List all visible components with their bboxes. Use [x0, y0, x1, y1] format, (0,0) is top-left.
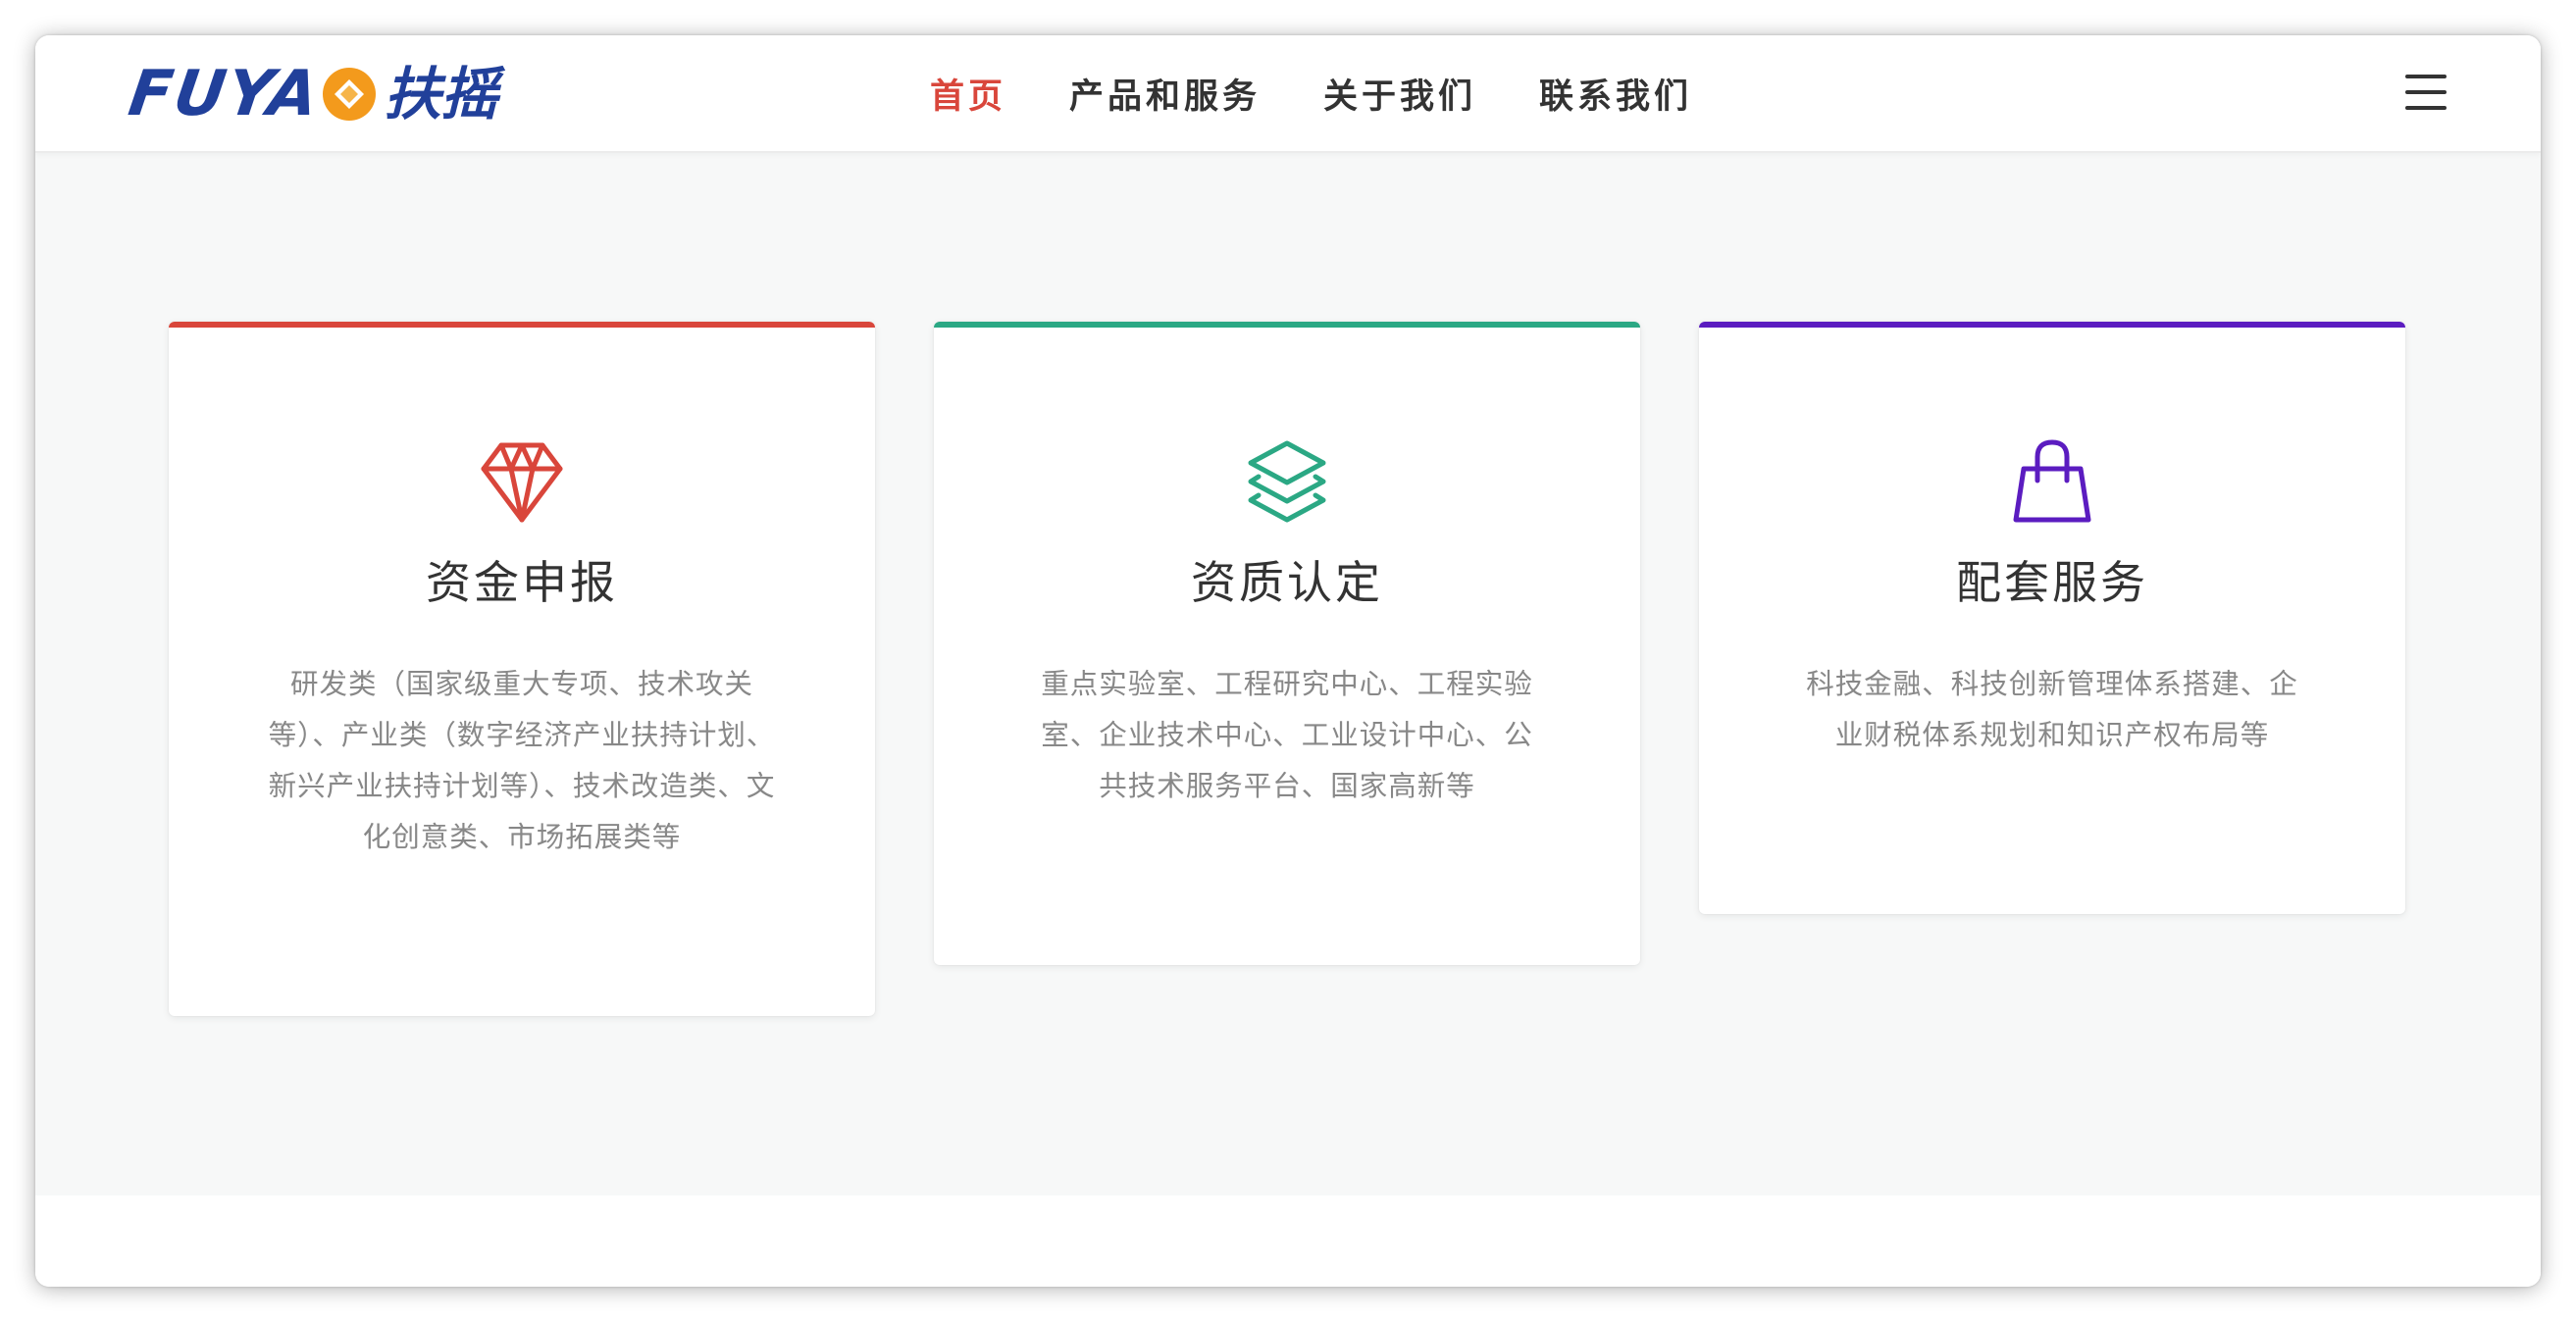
- browser-window: FUYA 扶摇 首页 产品和服务 关于我们 联系我们 资金申报 研发类（国家级重…: [35, 35, 2541, 1287]
- shopping-bag-icon: [2013, 439, 2091, 523]
- nav-item-contact-us[interactable]: 联系我们: [1539, 69, 1692, 119]
- card-title: 资质认定: [1191, 556, 1383, 609]
- nav-item-products-services[interactable]: 产品和服务: [1069, 69, 1261, 119]
- nav-item-home[interactable]: 首页: [930, 69, 1006, 119]
- card-description: 科技金融、科技创新管理体系搭建、企业财税体系规划和知识产权布局等: [1806, 668, 2298, 751]
- card-title: 配套服务: [1956, 556, 2148, 609]
- menu-line: [2405, 90, 2447, 94]
- hamburger-menu-icon[interactable]: [2405, 75, 2447, 110]
- card-accent-bar: [169, 322, 875, 328]
- logo[interactable]: FUYA 扶摇: [125, 58, 498, 130]
- main-nav: 首页 产品和服务 关于我们 联系我们: [930, 35, 1755, 151]
- card-description: 研发类（国家级重大专项、技术攻关等）、产业类（数字经济产业扶持计划、新兴产业扶持…: [268, 668, 776, 853]
- layers-icon: [1248, 440, 1326, 523]
- service-card-qualification[interactable]: 资质认定 重点实验室、工程研究中心、工程实验室、企业技术中心、工业设计中心、公共…: [934, 322, 1640, 965]
- site-header: FUYA 扶摇 首页 产品和服务 关于我们 联系我们: [35, 35, 2541, 153]
- services-section: 资金申报 研发类（国家级重大专项、技术攻关等）、产业类（数字经济产业扶持计划、新…: [35, 151, 2541, 1195]
- menu-line: [2405, 75, 2447, 78]
- card-accent-bar: [1699, 322, 2405, 328]
- service-card-support[interactable]: 配套服务 科技金融、科技创新管理体系搭建、企业财税体系规划和知识产权布局等: [1699, 322, 2405, 914]
- card-title: 资金申报: [426, 556, 618, 609]
- card-accent-bar: [934, 322, 1640, 328]
- diamond-icon: [481, 442, 563, 523]
- logo-chinese-text: 扶摇: [384, 61, 498, 127]
- service-card-funding[interactable]: 资金申报 研发类（国家级重大专项、技术攻关等）、产业类（数字经济产业扶持计划、新…: [169, 322, 875, 1016]
- footer-strip: [35, 1195, 2541, 1287]
- nav-item-about-us[interactable]: 关于我们: [1323, 69, 1476, 119]
- card-description: 重点实验室、工程研究中心、工程实验室、企业技术中心、工业设计中心、公共技术服务平…: [1041, 668, 1533, 802]
- logo-latin-text: FUYA: [124, 58, 325, 130]
- logo-o-mark-icon: [323, 68, 377, 121]
- menu-line: [2405, 106, 2447, 110]
